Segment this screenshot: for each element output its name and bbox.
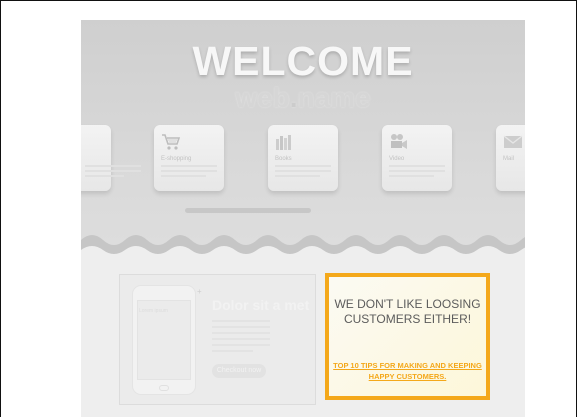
service-label: E-shopping bbox=[161, 156, 192, 162]
promo-text-lines bbox=[212, 320, 270, 356]
carousel-indicator[interactable] bbox=[185, 208, 311, 213]
card-text-lines bbox=[275, 165, 331, 180]
service-card-video[interactable]: Video bbox=[382, 125, 452, 191]
cart-icon bbox=[161, 133, 181, 151]
site-logo[interactable]: web.name bbox=[81, 82, 525, 114]
service-card-books[interactable]: Books bbox=[268, 125, 338, 191]
website-preview: WELCOME web.name E-shopping Books Video … bbox=[81, 20, 525, 417]
video-camera-icon bbox=[389, 133, 409, 151]
customer-tips-callout: WE DON'T LIKE LOOSING CUSTOMERS EITHER! … bbox=[325, 273, 490, 400]
card-text-lines bbox=[161, 165, 217, 180]
callout-message: WE DON'T LIKE LOOSING CUSTOMERS EITHER! bbox=[334, 297, 481, 326]
logo-main: web bbox=[235, 82, 290, 113]
service-card-left[interactable] bbox=[81, 125, 141, 191]
books-icon bbox=[275, 133, 295, 151]
card-text-lines bbox=[85, 165, 141, 180]
checkout-button[interactable]: Checkout now bbox=[212, 364, 266, 378]
hero-title: WELCOME bbox=[192, 38, 414, 84]
tips-link[interactable]: TOP 10 TIPS FOR MAKING AND KEEPING HAPPY… bbox=[329, 360, 486, 382]
service-card-mail[interactable]: Mail bbox=[496, 125, 525, 191]
service-label: Video bbox=[389, 156, 405, 162]
hero-banner: WELCOME web.name E-shopping Books Video … bbox=[81, 20, 525, 264]
phone-title: Lorem ipsum bbox=[139, 308, 168, 314]
service-label: Mail bbox=[503, 156, 515, 162]
wave-divider bbox=[81, 235, 525, 264]
mail-icon bbox=[503, 133, 523, 151]
service-label: Books bbox=[275, 156, 292, 162]
phone-mockup: Lorem ipsum bbox=[132, 285, 196, 395]
logo-dot: . bbox=[289, 82, 298, 113]
browser-frame: WELCOME web.name E-shopping Books Video … bbox=[0, 0, 577, 417]
phone-home-button bbox=[159, 385, 169, 391]
promo-headline: Dolor sit a met bbox=[212, 297, 310, 313]
logo-tail: name bbox=[297, 82, 371, 113]
plus-icon: + bbox=[197, 287, 202, 296]
app-promo-panel: Lorem ipsum + Dolor sit a met Checkout n… bbox=[119, 274, 316, 405]
card-text-lines bbox=[389, 165, 445, 180]
service-card-eshopping[interactable]: E-shopping bbox=[154, 125, 224, 191]
